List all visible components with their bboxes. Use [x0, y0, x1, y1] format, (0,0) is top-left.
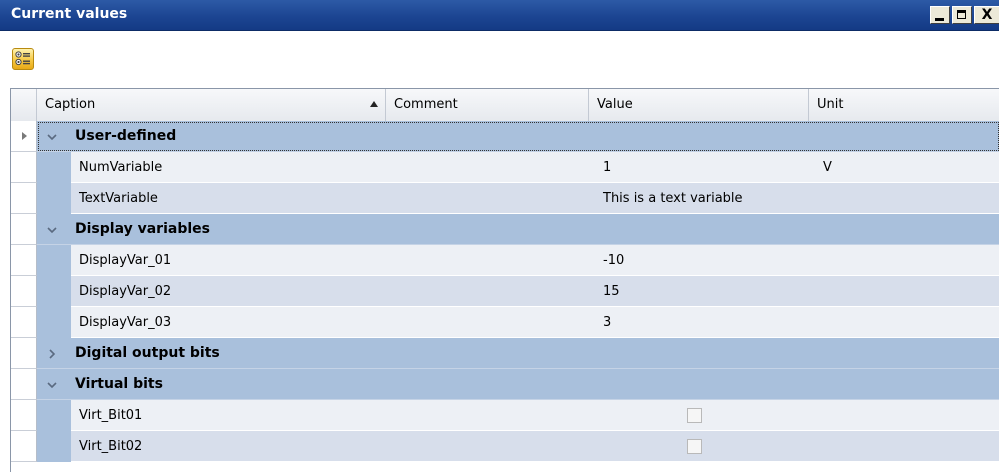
window-title: Current values: [11, 6, 128, 22]
table-row[interactable]: Virt_Bit02: [11, 431, 999, 462]
row-indent: [37, 307, 71, 338]
row-indicator: [11, 245, 37, 276]
group-row-virtual-bits[interactable]: Virtual bits: [11, 369, 999, 400]
caption-cell: Virt_Bit02: [79, 439, 143, 454]
row-indent: [37, 431, 71, 462]
close-icon: X: [981, 7, 993, 23]
caption-cell: DisplayVar_01: [79, 253, 172, 268]
row-indicator: [11, 276, 37, 307]
row-indent: [37, 245, 71, 276]
toolbar: [0, 31, 999, 87]
value-cell[interactable]: 1: [603, 152, 611, 183]
maximize-icon: [957, 10, 966, 19]
group-label: Display variables: [75, 221, 210, 237]
row-indent: [37, 152, 71, 183]
value-cell[interactable]: This is a text variable: [603, 183, 743, 214]
column-header-caption[interactable]: Caption: [37, 89, 386, 121]
row-indent: [37, 183, 71, 214]
column-header-comment-label: Comment: [394, 97, 458, 112]
properties-list-icon[interactable]: [12, 48, 34, 70]
column-header-unit[interactable]: Unit: [809, 89, 999, 121]
table-row[interactable]: DisplayVar_02 15: [11, 276, 999, 307]
chevron-down-icon[interactable]: [46, 131, 58, 143]
chevron-down-icon[interactable]: [46, 379, 58, 391]
row-indicator-header: [11, 89, 37, 121]
row-indicator: [11, 369, 37, 400]
column-header-value[interactable]: Value: [589, 89, 809, 121]
row-indicator: [11, 121, 37, 152]
maximize-button[interactable]: [952, 6, 972, 24]
value-checkbox[interactable]: [687, 439, 702, 454]
current-row-arrow-icon: [22, 132, 27, 140]
group-label: Virtual bits: [75, 376, 163, 392]
caption-cell: NumVariable: [79, 160, 163, 175]
row-indent: [37, 276, 71, 307]
group-label: User-defined: [75, 128, 177, 144]
group-label: Digital output bits: [75, 345, 220, 361]
current-values-window: Current values X Caption Comment Value U…: [0, 0, 999, 472]
group-row-digital-output-bits[interactable]: Digital output bits: [11, 338, 999, 369]
value-cell[interactable]: 15: [603, 276, 620, 307]
table-row[interactable]: DisplayVar_03 3: [11, 307, 999, 338]
minimize-button[interactable]: [930, 6, 950, 24]
row-indicator: [11, 338, 37, 369]
column-header-comment[interactable]: Comment: [386, 89, 589, 121]
chevron-right-icon[interactable]: [46, 348, 58, 360]
caption-cell: DisplayVar_03: [79, 315, 172, 330]
table-row[interactable]: DisplayVar_01 -10: [11, 245, 999, 276]
grid-header: Caption Comment Value Unit: [11, 89, 999, 122]
row-indicator: [11, 400, 37, 431]
caption-cell: Virt_Bit01: [79, 408, 143, 423]
row-indicator: [11, 214, 37, 245]
group-row-display-variables[interactable]: Display variables: [11, 214, 999, 245]
table-row[interactable]: Virt_Bit01: [11, 400, 999, 431]
group-row-user-defined[interactable]: User-defined: [11, 121, 999, 152]
chevron-down-icon[interactable]: [46, 224, 58, 236]
caption-cell: DisplayVar_02: [79, 284, 172, 299]
value-cell[interactable]: -10: [603, 245, 624, 276]
close-button[interactable]: X: [974, 6, 999, 24]
row-indicator: [11, 183, 37, 214]
column-header-unit-label: Unit: [817, 97, 844, 112]
unit-cell: V: [823, 160, 832, 175]
row-indicator: [11, 152, 37, 183]
caption-cell: TextVariable: [79, 191, 158, 206]
current-values-grid: Caption Comment Value Unit User-defined: [10, 88, 999, 472]
title-bar[interactable]: Current values X: [0, 0, 999, 31]
row-indicator: [11, 307, 37, 338]
column-header-value-label: Value: [597, 97, 633, 112]
table-row[interactable]: NumVariable 1 V: [11, 152, 999, 183]
sort-ascending-icon: [370, 101, 378, 107]
minimize-icon: [935, 18, 944, 21]
value-checkbox[interactable]: [687, 408, 702, 423]
table-row[interactable]: TextVariable This is a text variable: [11, 183, 999, 214]
row-indent: [37, 400, 71, 431]
value-cell[interactable]: 3: [603, 307, 611, 338]
column-header-caption-label: Caption: [45, 97, 96, 112]
row-indicator: [11, 431, 37, 462]
